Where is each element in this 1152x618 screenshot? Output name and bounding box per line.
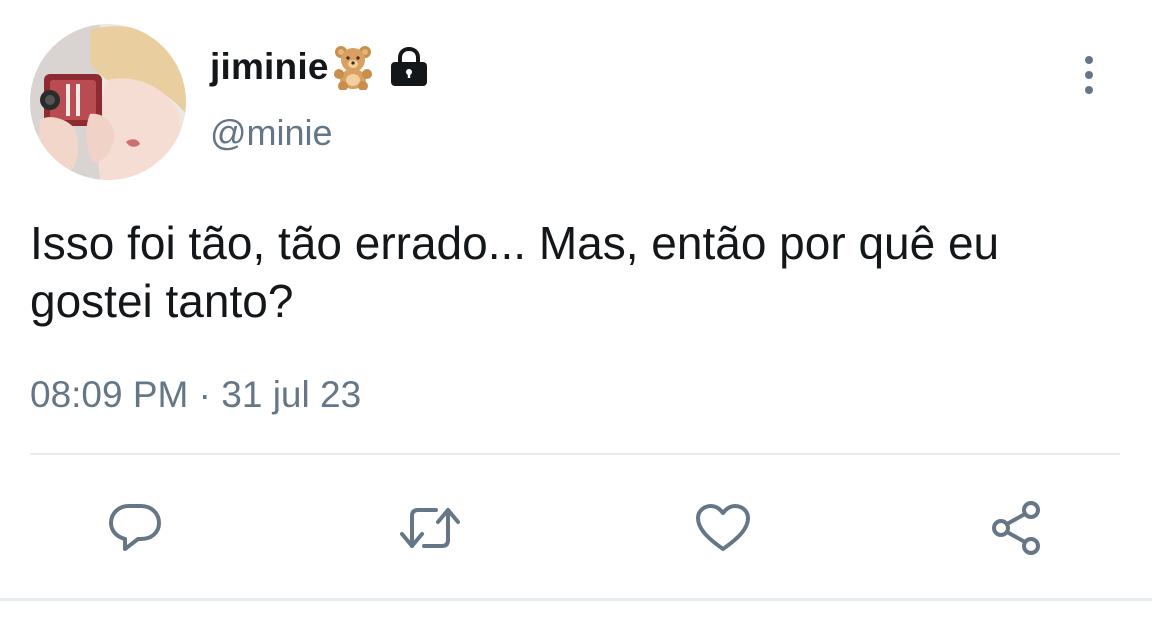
timestamp-separator: · <box>188 374 222 415</box>
tweet-time: 08:09 PM <box>30 374 189 415</box>
heart-icon <box>696 504 750 551</box>
like-button[interactable] <box>691 496 755 560</box>
more-options-button[interactable] <box>1072 54 1106 98</box>
share-icon <box>992 501 1040 555</box>
tweet-card: jiminie @minie Isso foi tão, tão errado.… <box>0 0 1152 618</box>
user-handle[interactable]: @minie <box>210 112 333 154</box>
tweet-date: 31 jul 23 <box>221 374 362 415</box>
avatar[interactable] <box>30 24 186 180</box>
retweet-icon <box>400 508 460 548</box>
bottom-divider <box>0 598 1152 601</box>
lock-icon <box>387 46 431 87</box>
reply-icon <box>109 504 161 551</box>
display-name[interactable]: jiminie <box>210 46 329 88</box>
divider <box>30 453 1120 455</box>
tweet-timestamp: 08:09 PM · 31 jul 23 <box>30 374 361 416</box>
reply-button[interactable] <box>103 496 167 560</box>
tweet-text: Isso foi tão, tão errado... Mas, então p… <box>30 217 1000 327</box>
teddy-bear-icon <box>331 44 375 91</box>
more-vertical-icon <box>1085 56 1093 94</box>
retweet-button[interactable] <box>398 496 462 560</box>
display-name-row: jiminie <box>210 42 431 92</box>
share-button[interactable] <box>985 496 1049 560</box>
